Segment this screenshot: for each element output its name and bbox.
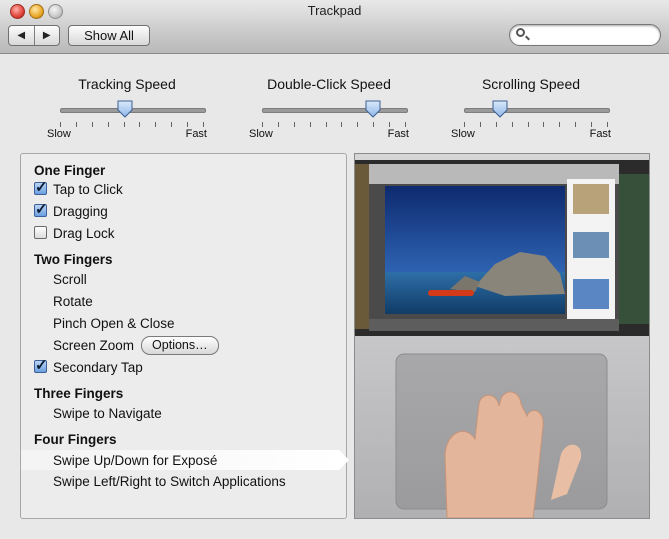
scrolling-speed-title: Scrolling Speed [481, 76, 581, 92]
slider-tick [479, 122, 481, 127]
back-forward-control: ◀ ▶ [8, 25, 60, 46]
forward-arrow-icon: ▶ [42, 30, 51, 41]
double-click-speed-slider-group: Double-Click Speed Slow Fast [249, 76, 409, 140]
swipe-switch-apps-item[interactable]: Swipe Left/Right to Switch Applications [53, 471, 286, 491]
secondary-tap-row[interactable]: Secondary Tap [34, 356, 143, 377]
window-title: Trackpad [307, 3, 362, 18]
scrolling-speed-fast-label: Fast [589, 128, 611, 140]
slider-tick [559, 122, 561, 127]
drag-lock-row[interactable]: Drag Lock [34, 223, 115, 243]
selected-row-pointer [339, 450, 349, 470]
double-click-speed-track[interactable] [262, 108, 408, 113]
tracking-speed-slow-label: Slow [47, 128, 71, 140]
slider-tick [511, 122, 513, 127]
drag-lock-checkbox[interactable] [34, 226, 47, 239]
slider-tick [405, 122, 406, 127]
slider-tick [607, 122, 608, 127]
screen-zoom-label: Screen Zoom [53, 337, 135, 353]
tracking-speed-fast-label: Fast [185, 128, 207, 140]
double-click-speed-fast-label: Fast [387, 128, 409, 140]
tracking-speed-track[interactable] [60, 108, 206, 113]
gesture-options-panel: One Finger Tap to Click Dragging Drag Lo… [20, 153, 349, 519]
double-click-speed-knob[interactable] [365, 100, 381, 118]
slider-tick [357, 122, 359, 127]
drag-lock-label: Drag Lock [53, 225, 115, 241]
slider-tick [155, 122, 157, 127]
rotate-gesture-item[interactable]: Rotate [53, 291, 93, 311]
search-field[interactable] [509, 24, 661, 46]
tap-to-click-row[interactable]: Tap to Click [34, 178, 123, 199]
slider-tick [591, 122, 593, 127]
tap-to-click-checkbox[interactable] [34, 178, 48, 196]
slider-tick [527, 122, 529, 127]
slider-tick [171, 122, 173, 127]
slider-tick [91, 122, 93, 127]
slider-tick [389, 122, 391, 127]
slider-tick [262, 122, 263, 127]
slider-tick [75, 122, 77, 127]
slider-knob-icon [492, 100, 508, 118]
back-button[interactable]: ◀ [9, 26, 34, 45]
slider-tick [187, 122, 189, 127]
tracking-speed-title: Tracking Speed [78, 76, 176, 92]
forward-button[interactable]: ▶ [33, 26, 60, 45]
secondary-tap-checkbox[interactable] [34, 356, 48, 374]
gesture-preview-illustration [355, 154, 649, 518]
tracking-speed-ticks [60, 122, 204, 128]
slider-tick [139, 122, 141, 127]
scrolling-speed-ticks [464, 122, 608, 128]
show-all-button[interactable]: Show All [68, 25, 150, 46]
slider-tick [123, 122, 125, 127]
two-fingers-header: Two Fingers [34, 251, 113, 267]
scrolling-speed-slider-group: Scrolling Speed Slow Fast [451, 76, 611, 140]
slider-tick [543, 122, 545, 127]
slider-tick [575, 122, 577, 127]
scrolling-speed-track[interactable] [464, 108, 610, 113]
slider-tick [293, 122, 295, 127]
slider-tick [495, 122, 497, 127]
slider-tick [203, 122, 204, 127]
slider-knob-icon [117, 100, 133, 118]
screen-zoom-row[interactable]: Screen Zoom Options… [53, 335, 219, 355]
slider-tick [325, 122, 327, 127]
slider-tick [277, 122, 279, 127]
gesture-preview-video [354, 153, 650, 519]
one-finger-header: One Finger [34, 162, 106, 178]
slider-tick [60, 122, 61, 127]
tracking-speed-slider-group: Tracking Speed Slow Fast [47, 76, 207, 140]
slider-knob-icon [365, 100, 381, 118]
window-titlebar: Trackpad ◀ ▶ Show All [0, 0, 669, 54]
slider-tick [309, 122, 311, 127]
slider-tick [341, 122, 343, 127]
double-click-speed-slow-label: Slow [249, 128, 273, 140]
scrolling-speed-slow-label: Slow [451, 128, 475, 140]
slider-tick [464, 122, 465, 127]
dragging-label: Dragging [53, 203, 108, 219]
slider-tick [107, 122, 109, 127]
three-fingers-header: Three Fingers [34, 385, 124, 401]
scroll-gesture-item[interactable]: Scroll [53, 269, 87, 289]
screen-zoom-options-button[interactable]: Options… [141, 335, 219, 355]
dragging-checkbox[interactable] [34, 200, 48, 218]
secondary-tap-label: Secondary Tap [53, 359, 143, 375]
dragging-row[interactable]: Dragging [34, 200, 108, 221]
swipe-to-navigate-item[interactable]: Swipe to Navigate [53, 403, 162, 423]
search-icon [516, 28, 525, 37]
slider-tick [373, 122, 375, 127]
tracking-speed-knob[interactable] [117, 100, 133, 118]
swipe-up-down-expose-item[interactable]: Swipe Up/Down for Exposé [53, 450, 217, 470]
tap-to-click-label: Tap to Click [53, 181, 123, 197]
search-input[interactable] [532, 27, 656, 44]
back-arrow-icon: ◀ [17, 30, 26, 41]
four-fingers-header: Four Fingers [34, 431, 117, 447]
double-click-speed-ticks [262, 122, 406, 128]
scrolling-speed-knob[interactable] [492, 100, 508, 118]
pinch-gesture-item[interactable]: Pinch Open & Close [53, 313, 175, 333]
double-click-speed-title: Double-Click Speed [267, 76, 391, 92]
